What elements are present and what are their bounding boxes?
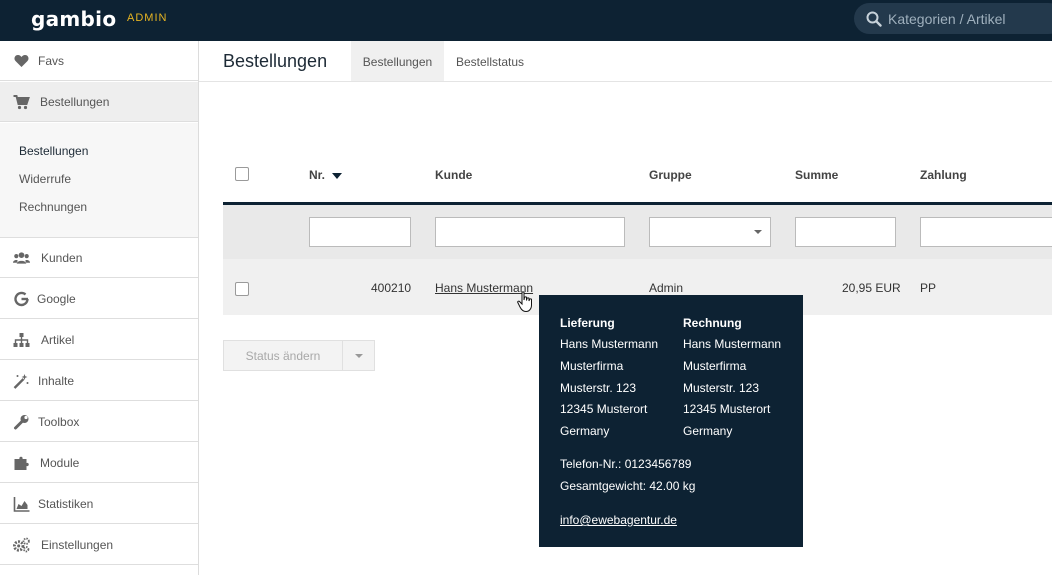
top-bar: gambio ADMIN	[0, 0, 1052, 41]
puzzle-icon	[14, 456, 29, 470]
sidebar-item-label: Favs	[38, 54, 65, 68]
google-icon	[14, 291, 29, 307]
column-header-nr[interactable]: Nr.	[309, 168, 343, 182]
tab-bestellungen[interactable]: Bestellungen	[351, 41, 444, 81]
sidebar-item-label: Artikel	[41, 333, 75, 347]
customer-group: Admin	[649, 281, 684, 295]
column-header-gruppe[interactable]: Gruppe	[649, 168, 692, 182]
filter-nr-input[interactable]	[309, 217, 411, 247]
status-dropdown-toggle[interactable]	[342, 340, 375, 371]
sidebar-item-inhalte[interactable]: Inhalte	[0, 361, 198, 401]
sidebar: Favs Bestellungen Bestellungen Widerrufe…	[0, 41, 199, 575]
bestellungen-submenu: Bestellungen Widerrufe Rechnungen	[0, 123, 198, 238]
sidebar-item-kunden[interactable]: Kunden	[0, 238, 198, 278]
delivery-line: 12345 Musterort	[560, 402, 648, 416]
filter-gruppe-select[interactable]	[649, 217, 771, 247]
sidebar-item-favs[interactable]: Favs	[0, 41, 198, 81]
billing-line: Musterstr. 123	[683, 381, 760, 395]
sidebar-item-bestellungen[interactable]: Bestellungen	[0, 82, 198, 122]
submenu-item-rechnungen[interactable]: Rechnungen	[19, 200, 87, 214]
select-all-checkbox[interactable]	[235, 167, 249, 181]
billing-line: 12345 Musterort	[683, 402, 771, 416]
column-header-label: Nr.	[309, 168, 326, 182]
gears-icon	[13, 537, 30, 553]
filter-zahlung-input[interactable]	[920, 217, 1052, 247]
billing-line: Hans Mustermann	[683, 337, 782, 351]
sidebar-item-label: Inhalte	[38, 374, 75, 388]
sidebar-item-module[interactable]: Module	[0, 443, 198, 483]
users-icon	[13, 252, 30, 264]
sidebar-item-toolbox[interactable]: Toolbox	[0, 402, 198, 442]
delivery-line: Musterstr. 123	[560, 381, 637, 395]
billing-title: Rechnung	[683, 316, 742, 330]
chevron-down-icon	[355, 354, 363, 358]
sidebar-item-label: Toolbox	[38, 415, 80, 429]
submenu-item-widerrufe[interactable]: Widerrufe	[19, 172, 71, 186]
row-checkbox[interactable]	[235, 282, 249, 296]
tab-bestellstatus[interactable]: Bestellstatus	[444, 41, 536, 81]
sidebar-item-artikel[interactable]: Artikel	[0, 320, 198, 360]
payment-method: PP	[920, 281, 937, 295]
column-header-kunde[interactable]: Kunde	[435, 168, 472, 182]
order-number: 400210	[371, 281, 412, 295]
admin-label: ADMIN	[127, 12, 168, 24]
delivery-line: Musterfirma	[560, 359, 624, 373]
sitemap-icon	[13, 333, 30, 347]
delivery-line: Hans Mustermann	[560, 337, 659, 351]
gambio-logo[interactable]: gambio	[31, 7, 116, 31]
customer-tooltip: Lieferung Rechnung Hans Mustermann Muste…	[539, 295, 803, 547]
wrench-icon	[14, 415, 29, 430]
magic-wand-icon	[13, 374, 29, 389]
change-status-button[interactable]: Status ändern	[223, 340, 343, 371]
sidebar-item-label: Bestellungen	[40, 95, 110, 109]
sidebar-item-label: Module	[40, 456, 80, 470]
sort-desc-icon	[332, 172, 343, 179]
delivery-line: Germany	[560, 424, 610, 438]
cart-icon	[13, 95, 30, 110]
sidebar-item-label: Kunden	[41, 251, 83, 265]
order-total: 20,95 EUR	[842, 281, 901, 295]
sidebar-item-google[interactable]: Google	[0, 279, 198, 319]
area-chart-icon	[13, 497, 30, 512]
search-box[interactable]	[854, 3, 1052, 34]
hand-cursor-icon	[517, 291, 532, 313]
billing-line: Germany	[683, 424, 733, 438]
billing-line: Musterfirma	[683, 359, 747, 373]
column-header-summe[interactable]: Summe	[795, 168, 838, 182]
email-link[interactable]: info@ewebagentur.de	[560, 513, 677, 527]
submenu-item-bestellungen[interactable]: Bestellungen	[19, 144, 88, 158]
page-header: Bestellungen Bestellungen Bestellstatus	[199, 41, 1052, 82]
filter-kunde-input[interactable]	[435, 217, 625, 247]
sidebar-item-label: Statistiken	[38, 497, 94, 511]
delivery-title: Lieferung	[560, 316, 615, 330]
sidebar-item-label: Einstellungen	[41, 538, 114, 552]
filter-summe-input[interactable]	[795, 217, 896, 247]
column-header-zahlung[interactable]: Zahlung	[920, 168, 967, 182]
chevron-down-icon	[754, 230, 762, 234]
search-input[interactable]	[888, 8, 1048, 29]
heart-icon	[14, 55, 29, 67]
sidebar-item-label: Google	[37, 292, 76, 306]
sidebar-item-einstellungen[interactable]: Einstellungen	[0, 525, 198, 565]
phone-number: Telefon-Nr.: 0123456789	[560, 457, 692, 471]
search-icon	[866, 11, 882, 27]
total-weight: Gesamtgewicht: 42.00 kg	[560, 479, 696, 493]
sidebar-item-statistiken[interactable]: Statistiken	[0, 484, 198, 524]
page-title: Bestellungen	[223, 51, 328, 71]
